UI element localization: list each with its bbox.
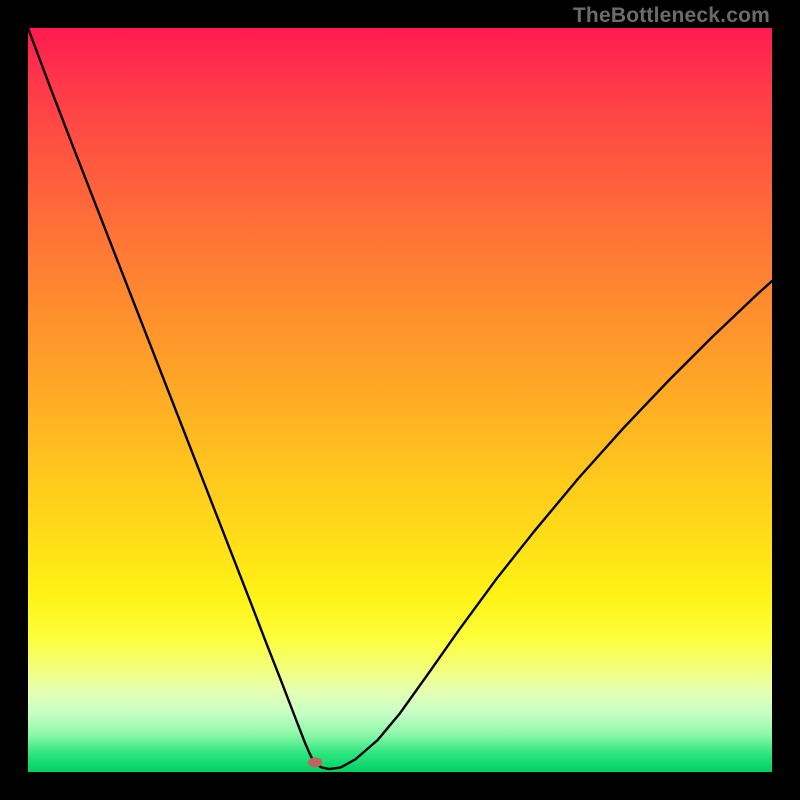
bottleneck-curve <box>28 28 772 769</box>
chart-stage: TheBottleneck.com <box>0 0 800 800</box>
watermark-text: TheBottleneck.com <box>573 4 770 28</box>
plot-area <box>28 28 772 772</box>
bottleneck-curve-svg <box>28 28 772 772</box>
current-point-marker <box>308 757 322 767</box>
